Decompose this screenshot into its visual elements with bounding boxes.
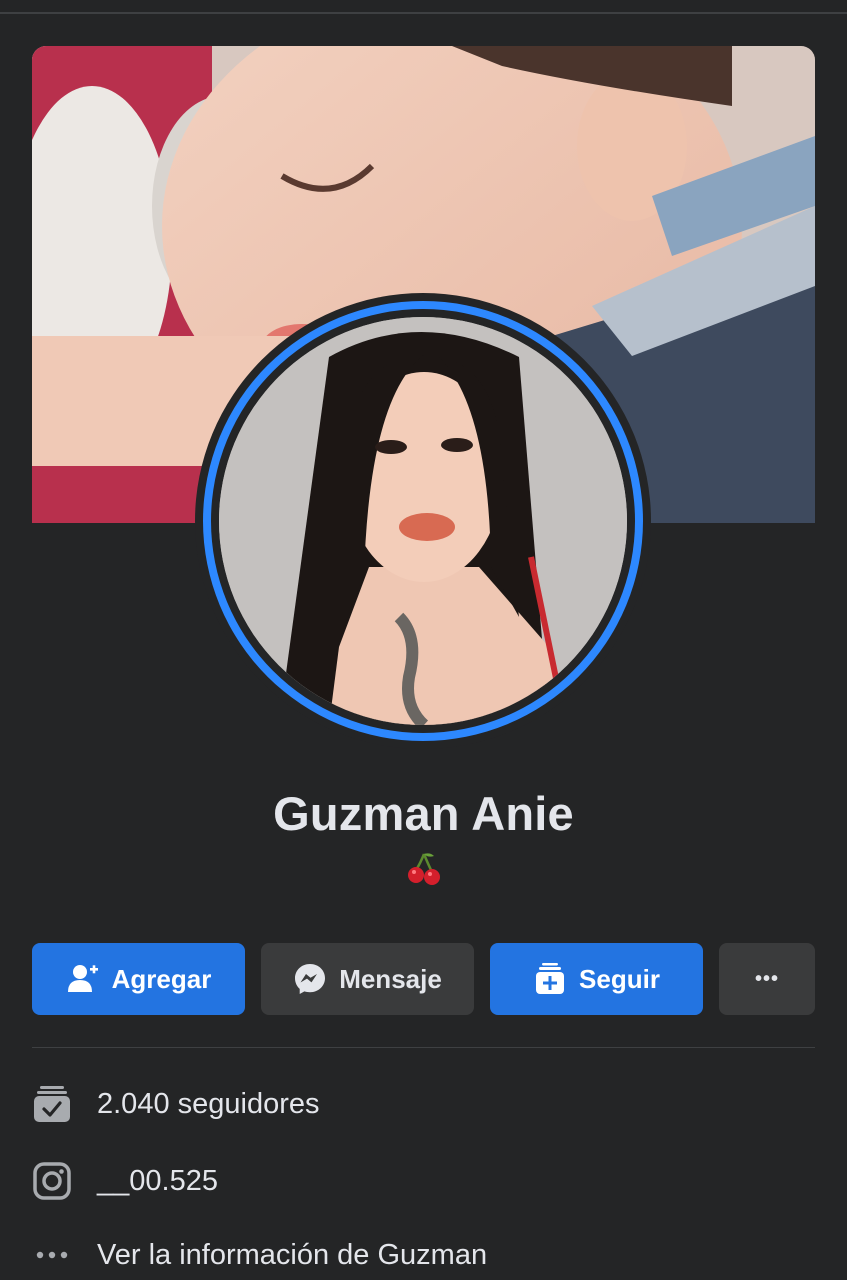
followers-icon: [32, 1084, 72, 1124]
add-friend-icon: [66, 962, 100, 996]
followers-row[interactable]: 2.040 seguidores: [32, 1079, 815, 1129]
add-friend-button[interactable]: Agregar: [32, 943, 245, 1015]
see-info-label: Ver la información de Guzman: [97, 1238, 488, 1271]
more-info-icon: [32, 1235, 72, 1275]
profile-picture-container[interactable]: [195, 293, 651, 749]
instagram-icon: [32, 1161, 72, 1201]
add-friend-label: Agregar: [111, 963, 212, 994]
message-button[interactable]: Mensaje: [261, 943, 474, 1015]
profile-page: Guzman Anie Agregar Mensaje Seguir ••• 2…: [0, 0, 847, 1280]
message-label: Mensaje: [339, 963, 442, 994]
profile-name: Guzman Anie: [273, 787, 574, 840]
follow-button[interactable]: Seguir: [490, 943, 703, 1015]
more-options-icon: •••: [754, 967, 779, 990]
follow-label: Seguir: [579, 963, 660, 994]
cherries-emoji-icon: [407, 853, 440, 885]
profile-bio: [0, 850, 847, 890]
instagram-row[interactable]: __00.525: [32, 1156, 815, 1206]
profile-picture[interactable]: [219, 317, 627, 725]
follow-icon: [533, 962, 567, 996]
profile-actions: Agregar Mensaje Seguir •••: [32, 943, 815, 1015]
instagram-handle[interactable]: __00.525: [97, 1165, 218, 1198]
followers-count: 2.040 seguidores: [97, 1087, 320, 1120]
top-divider: [0, 12, 847, 14]
messenger-icon: [293, 962, 327, 996]
more-options-button[interactable]: •••: [719, 943, 815, 1015]
see-info-row[interactable]: Ver la información de Guzman: [32, 1230, 815, 1280]
section-divider: [32, 1047, 815, 1048]
